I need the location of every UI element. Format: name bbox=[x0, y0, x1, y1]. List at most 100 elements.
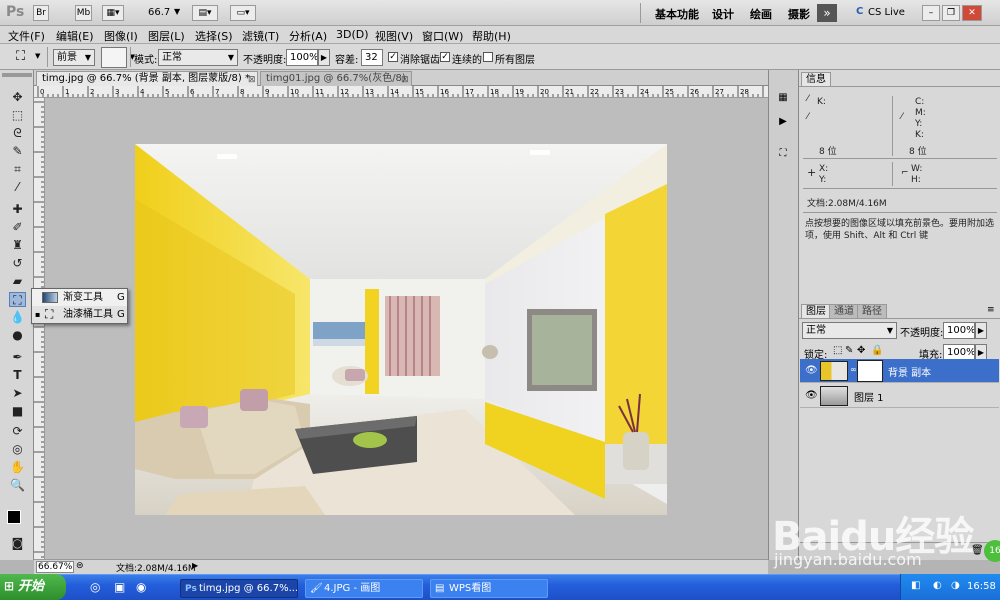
eraser-tool-icon[interactable]: ▰ bbox=[9, 274, 26, 289]
restore-button[interactable]: ❐ bbox=[942, 5, 960, 21]
layer-row[interactable]: 👁 ∞ 背景 副本 bbox=[800, 359, 999, 383]
paint-bucket-icon[interactable]: ⛶ bbox=[16, 49, 25, 64]
document-image[interactable] bbox=[135, 144, 667, 515]
quick-launch-desktop-icon[interactable]: ▣ bbox=[114, 580, 125, 594]
visibility-eye-icon[interactable]: 👁 bbox=[805, 390, 818, 401]
task-paint[interactable]: 🖌 4.JPG - 画图 bbox=[305, 579, 423, 598]
menu-layer[interactable]: 图层(L) bbox=[148, 28, 185, 44]
tolerance-input[interactable]: 32 bbox=[361, 49, 383, 66]
marquee-tool-icon[interactable]: ⬚ bbox=[9, 108, 26, 123]
tab-channels[interactable]: 通道 bbox=[829, 304, 859, 318]
menu-view[interactable]: 视图(V) bbox=[375, 28, 413, 44]
antialias-checkbox[interactable]: ✓ bbox=[388, 52, 398, 62]
lock-all-icon[interactable]: 🔒 bbox=[871, 345, 883, 356]
status-arrow-icon[interactable]: ▶ bbox=[192, 561, 198, 570]
layer-mask-thumbnail[interactable] bbox=[857, 360, 883, 382]
tab-info[interactable]: 信息 bbox=[801, 72, 831, 86]
task-wps[interactable]: ▤ WPS看图 bbox=[430, 579, 548, 598]
clock[interactable]: 16:58 bbox=[967, 581, 996, 592]
zoom-tool-icon[interactable]: 🔍 bbox=[9, 478, 26, 493]
cs-live-button[interactable]: CS Live bbox=[868, 7, 905, 18]
chain-link-icon[interactable]: ∞ bbox=[850, 365, 857, 374]
close-tab-icon[interactable]: ⊠ bbox=[401, 73, 409, 87]
brush-tool-icon[interactable]: ✐ bbox=[9, 220, 26, 235]
menu-filter[interactable]: 滤镜(T) bbox=[242, 28, 279, 44]
3d-orbit-tool-icon[interactable]: ◎ bbox=[9, 442, 26, 457]
volume-icon[interactable]: ◐ bbox=[933, 580, 942, 591]
pattern-picker[interactable]: ▼ bbox=[101, 47, 135, 68]
tab-paths[interactable]: 路径 bbox=[857, 304, 887, 318]
menu-image[interactable]: 图像(I) bbox=[104, 28, 138, 44]
view-extras-button[interactable]: ▦▾ bbox=[102, 5, 124, 21]
task-photoshop[interactable]: Ps timg.jpg @ 66.7%... bbox=[180, 579, 298, 598]
type-tool-icon[interactable]: T bbox=[9, 368, 26, 383]
tab-timg01[interactable]: timg01.jpg @ 66.7%(灰色/8) ⊠ bbox=[260, 71, 412, 86]
menu-file[interactable]: 文件(F) bbox=[8, 28, 45, 44]
actions-panel-icon[interactable]: ▶ bbox=[775, 116, 791, 130]
workspace-design[interactable]: 设计 bbox=[712, 6, 734, 22]
opacity-input[interactable]: 100% bbox=[286, 49, 318, 66]
menu-edit[interactable]: 编辑(E) bbox=[56, 28, 94, 44]
mode-select[interactable]: 正常 ▼ bbox=[158, 49, 238, 66]
cs-live-icon[interactable]: C bbox=[856, 6, 863, 17]
shape-tool-icon[interactable]: ■ bbox=[9, 404, 26, 419]
panel-menu-icon[interactable]: ≡ bbox=[987, 305, 995, 315]
opacity-slider-toggle[interactable]: ▶ bbox=[318, 49, 330, 66]
mini-bridge-button[interactable]: Mb bbox=[75, 5, 92, 21]
fill-source-select[interactable]: 前景 ▼ bbox=[53, 49, 95, 66]
healing-brush-tool-icon[interactable]: ✚ bbox=[9, 202, 26, 217]
menu-window[interactable]: 窗口(W) bbox=[422, 28, 463, 44]
zoom-field[interactable]: 66.67% bbox=[36, 561, 74, 573]
more-workspaces-icon[interactable]: » bbox=[817, 4, 837, 22]
screen-mode-button[interactable]: ▭▾ bbox=[230, 5, 256, 21]
blend-mode-select[interactable]: 正常 ▼ bbox=[802, 322, 897, 339]
network-icon[interactable]: ◧ bbox=[911, 580, 920, 591]
blur-tool-icon[interactable]: 💧 bbox=[9, 310, 26, 325]
history-brush-tool-icon[interactable]: ↺ bbox=[9, 256, 26, 271]
quick-launch-app-icon[interactable]: ◉ bbox=[136, 580, 146, 594]
menu-help[interactable]: 帮助(H) bbox=[472, 28, 511, 44]
toolbox-grip[interactable] bbox=[2, 73, 32, 77]
all-layers-checkbox[interactable] bbox=[483, 52, 493, 62]
chevron-down-icon[interactable]: ▼ bbox=[174, 7, 180, 16]
lasso-tool-icon[interactable]: ᘓ bbox=[9, 126, 26, 141]
menu-select[interactable]: 选择(S) bbox=[195, 28, 233, 44]
lock-pixels-icon[interactable]: ✎ bbox=[845, 345, 853, 356]
tool-presets-panel-icon[interactable]: ⛶ bbox=[775, 148, 791, 162]
tab-timg[interactable]: timg.jpg @ 66.7% (背景 副本, 图层蒙版/8) * ⊠ bbox=[36, 71, 258, 86]
flyout-gradient-tool[interactable]: 渐变工具 G bbox=[32, 289, 127, 306]
menu-3d[interactable]: 3D(D) bbox=[336, 28, 369, 41]
3d-rotate-tool-icon[interactable]: ⟳ bbox=[9, 424, 26, 439]
start-button[interactable]: ⊞ 开始 bbox=[0, 574, 66, 600]
lock-transparency-icon[interactable]: ⬚ bbox=[833, 345, 842, 356]
close-button[interactable]: ✕ bbox=[962, 5, 982, 21]
layer-row[interactable]: 👁 图层 1 bbox=[800, 384, 999, 408]
visibility-eye-icon[interactable]: 👁 bbox=[805, 365, 818, 376]
foreground-color-swatch[interactable] bbox=[7, 510, 21, 524]
ime-icon[interactable]: ◑ bbox=[951, 580, 960, 591]
clone-stamp-tool-icon[interactable]: ♜ bbox=[9, 238, 26, 253]
pen-tool-icon[interactable]: ✒ bbox=[9, 350, 26, 365]
workspace-painting[interactable]: 绘画 bbox=[750, 6, 772, 22]
zoom-level[interactable]: 66.7 bbox=[148, 7, 170, 18]
path-selection-tool-icon[interactable]: ➤ bbox=[9, 386, 26, 401]
move-tool-icon[interactable]: ✥ bbox=[9, 90, 26, 105]
hand-tool-icon[interactable]: ✋ bbox=[9, 460, 26, 475]
menu-analysis[interactable]: 分析(A) bbox=[289, 28, 327, 44]
history-panel-icon[interactable]: ▦ bbox=[775, 92, 791, 106]
quick-launch-ie-icon[interactable]: ◎ bbox=[90, 580, 100, 594]
tab-layers[interactable]: 图层 bbox=[801, 304, 831, 318]
workspace-essentials[interactable]: 基本功能 bbox=[655, 6, 699, 22]
quick-mask-icon[interactable]: ◙ bbox=[9, 536, 26, 551]
dodge-tool-icon[interactable]: ● bbox=[9, 328, 26, 343]
quick-select-tool-icon[interactable]: ✎ bbox=[9, 144, 26, 159]
lock-position-icon[interactable]: ✥ bbox=[857, 345, 865, 356]
workspace-photography[interactable]: 摄影 bbox=[788, 6, 810, 22]
arrange-documents-button[interactable]: ▤▾ bbox=[192, 5, 218, 21]
layer-opacity-input[interactable]: 100% bbox=[943, 322, 975, 339]
crop-tool-icon[interactable]: ⌗ bbox=[9, 162, 26, 177]
tool-preset-chevron-icon[interactable]: ▼ bbox=[35, 52, 40, 60]
minimize-button[interactable]: – bbox=[922, 5, 940, 21]
eyedropper-tool-icon[interactable]: ⁄ bbox=[9, 180, 26, 195]
layer-opacity-toggle[interactable]: ▶ bbox=[975, 322, 987, 339]
